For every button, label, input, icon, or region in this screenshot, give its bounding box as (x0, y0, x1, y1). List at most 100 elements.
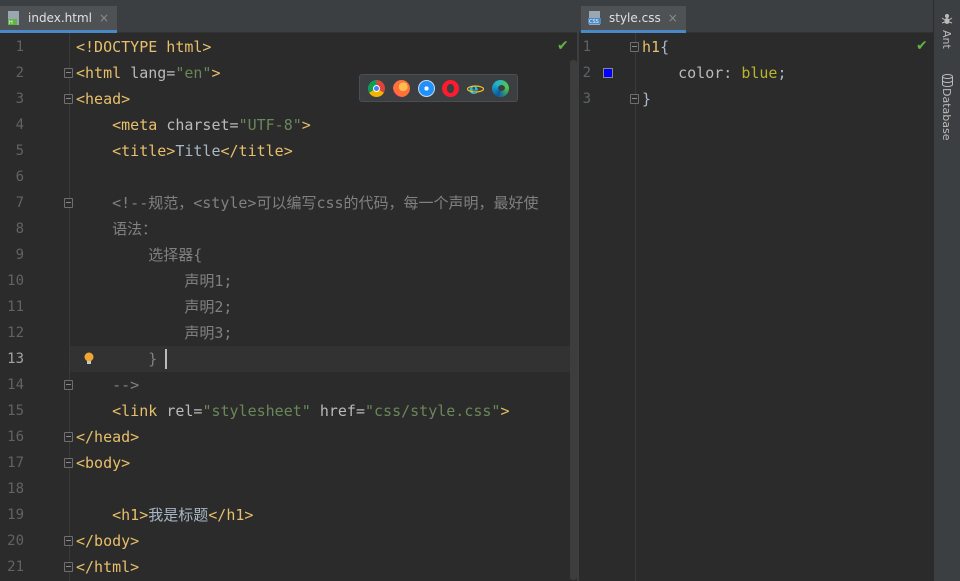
code-token: </title> (220, 142, 293, 160)
line-number-gutter: 1 2 3 (579, 33, 636, 581)
code-line[interactable]: 声明2; (76, 294, 232, 320)
line-number: 11 (7, 299, 24, 315)
fold-marker-icon[interactable] (64, 94, 73, 104)
code-token: lang= (130, 64, 176, 82)
code-line[interactable]: <h1>我是标题</h1> (76, 502, 253, 528)
code-line[interactable]: </head> (76, 424, 139, 450)
line-number: 19 (7, 507, 24, 523)
color-swatch-blue[interactable] (603, 68, 613, 78)
fold-marker-icon[interactable] (64, 68, 73, 78)
edge-icon[interactable] (492, 79, 510, 97)
code-line[interactable]: <meta charset="UTF-8"> (76, 112, 311, 138)
fold-marker-icon[interactable] (64, 432, 73, 442)
firefox-icon[interactable] (392, 79, 410, 97)
code-token: > (301, 116, 311, 134)
fold-marker-icon[interactable] (64, 198, 73, 208)
line-number: 7 (15, 195, 24, 211)
code-token: </html> (76, 558, 140, 576)
close-icon[interactable]: × (99, 11, 109, 25)
svg-text:e: e (469, 80, 479, 97)
fold-marker-icon[interactable] (630, 94, 639, 104)
code-line[interactable]: 选择器{ (76, 242, 202, 268)
code-token: <body> (76, 454, 131, 472)
ie-icon[interactable]: e (467, 80, 485, 98)
code-token: </h1> (208, 506, 254, 524)
code-token: <!--规范，<style>可以编写css的代码，每一个声明，最好使 (76, 194, 539, 212)
fold-marker-icon[interactable] (630, 42, 639, 52)
chrome-icon[interactable] (367, 79, 385, 97)
close-icon[interactable]: × (668, 11, 678, 25)
tool-window-strip: Ant Database (933, 0, 960, 581)
code-token: > (500, 402, 510, 420)
code-editor[interactable]: h1{ color: blue;} (636, 33, 933, 581)
tool-window-database[interactable]: Database (940, 88, 953, 141)
code-line[interactable]: <title>Title</title> (76, 138, 293, 164)
line-number: 17 (7, 455, 24, 471)
line-number: 8 (15, 221, 24, 237)
code-line[interactable]: <body> (76, 450, 130, 476)
code-token: Title (175, 142, 221, 160)
code-token: charset= (166, 116, 239, 134)
intention-bulb-icon[interactable] (84, 351, 94, 365)
line-number: 3 (582, 91, 591, 107)
safari-icon[interactable] (417, 79, 435, 97)
line-number: 12 (7, 325, 24, 341)
code-token: h1 (642, 38, 661, 56)
code-line[interactable]: <!--规范，<style>可以编写css的代码，每一个声明，最好使 (76, 190, 539, 216)
code-token: <title> (112, 142, 176, 160)
tool-window-ant[interactable]: Ant (940, 30, 953, 49)
css-file-icon: CSS (587, 10, 603, 26)
right-tab-bar: CSS style.css × (579, 0, 933, 33)
browser-preview-bar: e (359, 74, 518, 102)
code-line[interactable]: h1{ (642, 34, 669, 60)
code-token: <h1> (112, 506, 149, 524)
code-token: 我是标题 (148, 506, 209, 524)
code-line[interactable]: 语法： (76, 216, 157, 242)
code-line[interactable]: </html> (76, 554, 139, 580)
code-token: </body> (76, 532, 140, 550)
text-caret (165, 349, 167, 369)
line-number: 10 (7, 273, 24, 289)
code-token: 语法： (76, 220, 158, 238)
line-number: 1 (15, 39, 24, 55)
fold-marker-icon[interactable] (64, 380, 73, 390)
right-editor-pane[interactable]: CSS style.css × 1 2 3 h1{ color: blue;} ✔ (579, 0, 933, 581)
fold-marker-icon[interactable] (64, 536, 73, 546)
line-number: 21 (7, 559, 24, 575)
fold-marker-icon[interactable] (64, 562, 73, 572)
left-editor-pane[interactable]: H index.html × 1 2 3 4 5 6 7 8 9 10 11 12 13 14 15 16 17… (0, 0, 577, 581)
code-line[interactable]: </body> (76, 528, 139, 554)
code-token: "stylesheet" (202, 402, 320, 420)
code-token: : (723, 64, 742, 82)
code-token: blue (741, 64, 778, 82)
tab-index-html[interactable]: H index.html × (0, 6, 118, 33)
line-number: 6 (15, 169, 24, 185)
line-number: 1 (582, 39, 591, 55)
line-number: 3 (15, 91, 24, 107)
code-token: 选择器{ (76, 246, 203, 264)
code-line[interactable]: color: blue; (642, 60, 787, 86)
code-token: > (211, 64, 221, 82)
tab-style-css[interactable]: CSS style.css × (581, 6, 686, 33)
opera-icon[interactable] (442, 79, 460, 97)
line-number: 2 (15, 65, 24, 81)
ant-icon[interactable] (941, 12, 953, 31)
code-line[interactable]: <head> (76, 86, 130, 112)
code-line[interactable]: --> (76, 372, 139, 398)
code-line[interactable]: <link rel="stylesheet" href="css/style.c… (76, 398, 510, 424)
code-token: ; (777, 64, 787, 82)
code-line[interactable]: <!DOCTYPE html> (76, 34, 211, 60)
code-line[interactable]: 声明3; (76, 320, 232, 346)
code-token: "css/style.css" (365, 402, 501, 420)
html-file-icon: H (6, 10, 22, 26)
code-editor[interactable]: <!DOCTYPE html> <html lang="en"> <head> <m… (70, 33, 570, 581)
code-token: rel= (166, 402, 203, 420)
code-line[interactable]: <html lang="en"> (76, 60, 221, 86)
code-token: 声明3; (76, 324, 233, 342)
code-line[interactable]: } (642, 86, 651, 112)
vertical-scrollbar[interactable] (570, 60, 577, 580)
code-line[interactable]: 声明1; (76, 268, 232, 294)
fold-marker-icon[interactable] (64, 458, 73, 468)
code-token: <html (76, 64, 131, 82)
